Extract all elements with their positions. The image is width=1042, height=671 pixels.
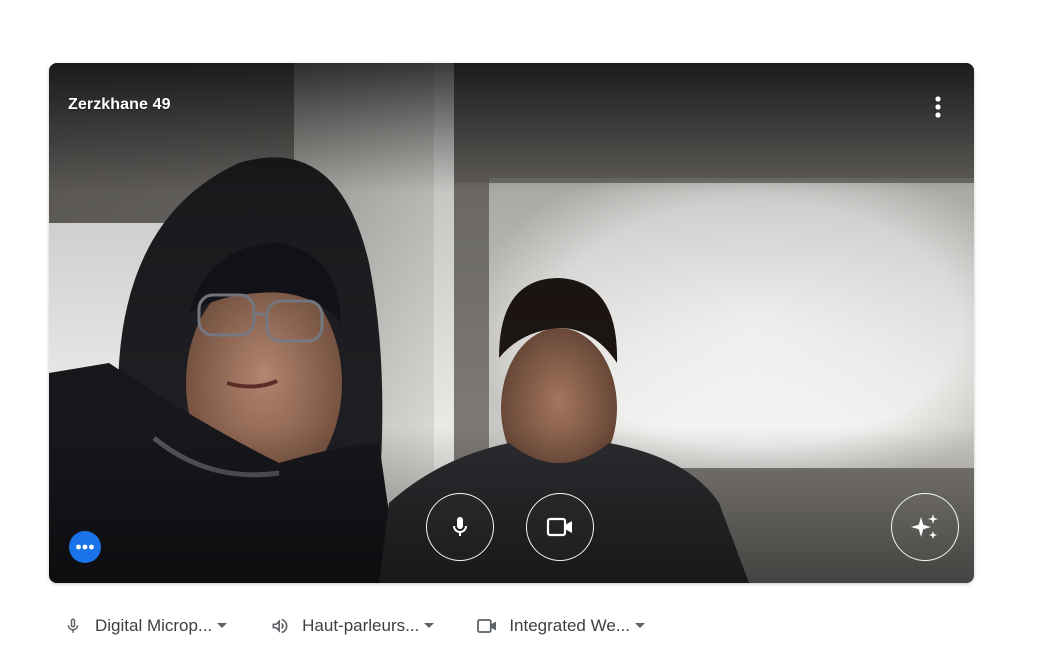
more-options-button[interactable] xyxy=(920,89,956,125)
microphone-toggle-button[interactable] xyxy=(426,493,494,561)
mic-icon xyxy=(453,517,467,536)
device-selector-bar: Digital Microp... Haut-parleurs... Integ… xyxy=(62,612,687,640)
chevron-down-icon xyxy=(217,621,228,631)
more-actions-button[interactable] xyxy=(69,531,101,563)
camera-selector-label: Integrated We... xyxy=(509,616,630,635)
speaker-selector-label: Haut-parleurs... xyxy=(302,616,420,635)
chevron-down-icon xyxy=(634,621,645,631)
participant-name: Zerzkhane 49 xyxy=(68,96,171,113)
visual-effects-button[interactable] xyxy=(891,493,959,561)
more-horiz-icon xyxy=(69,531,101,563)
videocam-icon xyxy=(546,517,572,537)
camera-feed xyxy=(49,63,974,583)
speaker-icon xyxy=(269,615,291,637)
videocam-icon xyxy=(476,615,498,637)
more-vert-icon xyxy=(935,96,941,118)
chevron-down-icon xyxy=(424,621,435,631)
sparkle-icon xyxy=(911,514,938,539)
speaker-selector[interactable]: Haut-parleurs... xyxy=(269,615,435,637)
mic-icon xyxy=(62,615,84,637)
microphone-selector[interactable]: Digital Microp... xyxy=(62,615,228,637)
camera-toggle-button[interactable] xyxy=(526,493,594,561)
microphone-selector-label: Digital Microp... xyxy=(95,616,213,635)
camera-selector[interactable]: Integrated We... xyxy=(476,615,645,637)
video-preview: Zerzkhane 49 xyxy=(49,63,974,583)
